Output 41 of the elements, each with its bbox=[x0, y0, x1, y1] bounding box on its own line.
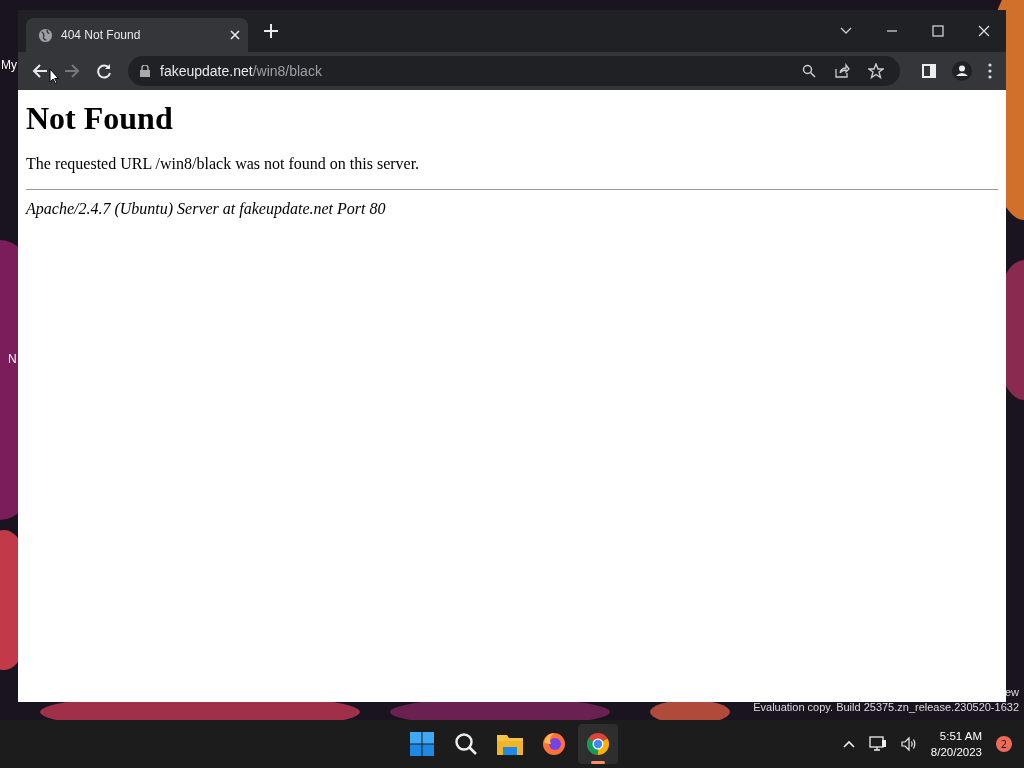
lock-icon bbox=[140, 65, 150, 77]
date-text: 8/20/2023 bbox=[930, 745, 982, 760]
reload-icon[interactable] bbox=[96, 63, 112, 79]
fox-globe-icon bbox=[542, 732, 566, 756]
server-signature: Apache/2.4.7 (Ubuntu) Server at fakeupdate.net Port 80 bbox=[26, 200, 387, 218]
page-heading: Not Found bbox=[26, 100, 174, 137]
desktop-icon-label[interactable]: My bbox=[1, 58, 17, 72]
active-indicator bbox=[591, 761, 605, 764]
watermark-text: ew bbox=[1004, 686, 1019, 698]
close-icon[interactable] bbox=[230, 30, 240, 40]
address-bar[interactable]: fakeupdate.net/win8/black bbox=[128, 56, 900, 86]
windows-logo-icon bbox=[410, 732, 434, 756]
error-message: The requested URL /win8/black was not found on this server. bbox=[26, 155, 421, 173]
profile-icon[interactable] bbox=[952, 61, 972, 81]
search-icon[interactable] bbox=[802, 64, 816, 78]
chevron-up-icon[interactable] bbox=[842, 740, 855, 748]
search-icon bbox=[454, 732, 478, 756]
side-panel-icon[interactable] bbox=[922, 64, 936, 78]
share-icon[interactable] bbox=[834, 63, 850, 79]
back-arrow-icon[interactable] bbox=[32, 63, 48, 79]
folder-icon bbox=[497, 733, 523, 755]
mouse-cursor-icon bbox=[49, 68, 59, 84]
star-icon[interactable] bbox=[868, 63, 884, 79]
notification-badge[interactable]: 2 bbox=[996, 736, 1012, 752]
network-icon[interactable] bbox=[868, 736, 887, 752]
chevron-down-icon[interactable] bbox=[840, 27, 852, 35]
chrome-logo-icon bbox=[586, 732, 610, 756]
clock[interactable]: 5:51 AM 8/20/2023 bbox=[930, 728, 982, 760]
speaker-icon[interactable] bbox=[900, 736, 917, 752]
close-icon[interactable] bbox=[978, 25, 990, 37]
forward-arrow-icon[interactable] bbox=[64, 63, 80, 79]
menu-icon[interactable] bbox=[988, 63, 992, 79]
url-text: fakeupdate.net/win8/black bbox=[160, 63, 322, 79]
desktop-icon-label[interactable]: N bbox=[8, 352, 17, 366]
time-text: 5:51 AM bbox=[939, 729, 982, 744]
browser-tab[interactable]: 404 Not Found bbox=[26, 18, 248, 52]
maximize-icon[interactable] bbox=[932, 25, 944, 37]
taskbar-app[interactable] bbox=[578, 724, 618, 764]
globe-icon bbox=[38, 27, 53, 43]
watermark-text: Evaluation copy. Build 25375.zn_release.230520-1632 bbox=[753, 701, 1019, 713]
new-tab-icon[interactable] bbox=[264, 24, 278, 38]
